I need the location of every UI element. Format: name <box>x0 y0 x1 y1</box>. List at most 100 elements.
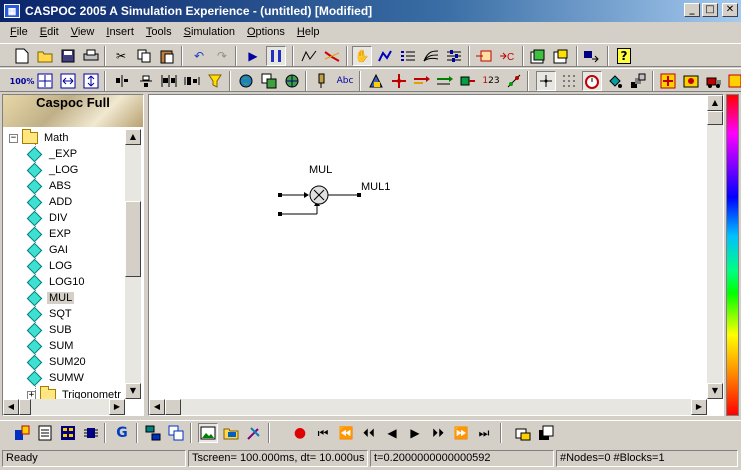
list-item[interactable]: LOG <box>26 258 74 274</box>
hand-select-icon[interactable]: ✋ <box>352 46 372 66</box>
chip-icon[interactable] <box>81 423 101 443</box>
scroll-thumb[interactable] <box>125 201 141 277</box>
align-vertical-icon[interactable] <box>112 71 132 91</box>
hierarchy-icon[interactable] <box>143 423 163 443</box>
distribute-vertical-icon[interactable] <box>182 71 202 91</box>
list-item[interactable]: ADD <box>26 194 74 210</box>
signal-block-icon[interactable] <box>458 71 478 91</box>
list-item[interactable]: _LOG <box>26 162 80 178</box>
filter-funnel-icon[interactable] <box>205 71 225 91</box>
block-insert-icon[interactable] <box>366 71 386 91</box>
crosshair-cursor-icon[interactable] <box>536 71 556 91</box>
layers-icon[interactable] <box>628 71 648 91</box>
paint-bucket-icon[interactable] <box>605 71 625 91</box>
numeric-display-icon[interactable]: 123 <box>481 71 501 91</box>
globe-icon[interactable] <box>236 71 256 91</box>
step-back-icon[interactable]: ⏴⏴ <box>359 423 379 443</box>
run-simulation-icon[interactable]: ▶ <box>243 46 263 66</box>
component-library-icon[interactable] <box>259 71 279 91</box>
library-import-icon[interactable] <box>528 46 548 66</box>
scope-probe-icon[interactable] <box>504 71 524 91</box>
scroll-thumb[interactable] <box>707 111 723 125</box>
scroll-thumb[interactable] <box>165 399 181 415</box>
list-item[interactable]: SUB <box>26 322 74 338</box>
play-reverse-icon[interactable]: ◀ <box>382 423 402 443</box>
document-icon[interactable] <box>35 423 55 443</box>
record-icon[interactable]: ● <box>290 423 310 443</box>
block-palette-icon[interactable] <box>725 71 741 91</box>
save-disk-icon[interactable] <box>58 46 78 66</box>
list-item[interactable]: _EXP <box>26 146 79 162</box>
menu-simulation[interactable]: Simulation <box>178 26 241 38</box>
menu-help[interactable]: Help <box>291 26 326 38</box>
node-cross-icon[interactable] <box>389 71 409 91</box>
canvas-vertical-scrollbar[interactable]: ▲ ▼ <box>707 95 723 399</box>
subcircuit-icon[interactable] <box>166 423 186 443</box>
menu-edit[interactable]: Edit <box>34 26 65 38</box>
skip-start-icon[interactable]: ⏮ <box>313 423 333 443</box>
collapse-icon[interactable]: − <box>9 133 18 143</box>
arrow-right-green-icon[interactable] <box>435 71 455 91</box>
paint-tools-icon[interactable] <box>244 423 264 443</box>
canvas-horizontal-scrollbar[interactable]: ◀ ▶ <box>149 399 707 415</box>
new-file-icon[interactable] <box>12 46 32 66</box>
maximize-button[interactable]: □ <box>702 3 718 17</box>
menu-insert[interactable]: Insert <box>100 26 140 38</box>
help-question-icon[interactable]: ? <box>614 46 634 66</box>
draw-wire-icon[interactable] <box>375 46 395 66</box>
probe-icon[interactable] <box>312 71 332 91</box>
image-folder-icon[interactable] <box>221 423 241 443</box>
align-horizontal-icon[interactable] <box>136 71 156 91</box>
distribute-horizontal-icon[interactable] <box>159 71 179 91</box>
scroll-down-arrow-icon[interactable]: ▼ <box>707 383 723 399</box>
color-spectrum-bar[interactable] <box>726 94 739 416</box>
paste-clipboard-icon[interactable] <box>157 46 177 66</box>
list-item[interactable]: SUMW <box>26 370 86 386</box>
block-editor-icon[interactable] <box>658 71 678 91</box>
export-arrow-icon[interactable] <box>582 46 602 66</box>
scroll-left-arrow-icon[interactable]: ◀ <box>3 399 19 415</box>
cut-scissors-icon[interactable]: ✂ <box>111 46 131 66</box>
zoom-height-icon[interactable] <box>81 71 101 91</box>
scroll-left-arrow-icon[interactable]: ◀ <box>149 399 165 415</box>
list-item[interactable]: SQT <box>26 306 74 322</box>
capture-icon[interactable] <box>513 423 533 443</box>
menu-tools[interactable]: Tools <box>140 26 178 38</box>
skip-end-icon[interactable]: ⏭ <box>474 423 494 443</box>
step-forward-icon[interactable]: ⏵⏵ <box>428 423 448 443</box>
copy-icon[interactable] <box>134 46 154 66</box>
disconnect-ic-icon[interactable]: C <box>497 46 517 66</box>
caspoc-app-icon[interactable]: ▦ <box>4 4 20 18</box>
g-code-icon[interactable]: G <box>112 423 132 443</box>
zoom-width-icon[interactable] <box>58 71 78 91</box>
schematic-canvas[interactable]: MUL MUL1 ▲ ▼ ◀ ▶ <box>148 94 724 416</box>
network-globe-icon[interactable] <box>282 71 302 91</box>
grid-dots-icon[interactable] <box>559 71 579 91</box>
mul-block[interactable] <box>309 185 329 205</box>
stopwatch-icon[interactable] <box>582 71 602 91</box>
multi-trace-icon[interactable] <box>421 46 441 66</box>
open-folder-icon[interactable] <box>35 46 55 66</box>
redo-icon[interactable]: ↷ <box>212 46 232 66</box>
list-item[interactable]: EXP <box>26 226 73 242</box>
play-forward-icon[interactable]: ▶ <box>405 423 425 443</box>
scroll-right-arrow-icon[interactable]: ▶ <box>691 399 707 415</box>
list-view-icon[interactable] <box>398 46 418 66</box>
print-icon[interactable] <box>81 46 101 66</box>
menu-file[interactable]: File <box>4 26 34 38</box>
menu-options[interactable]: Options <box>241 26 291 38</box>
scroll-up-arrow-icon[interactable]: ▲ <box>707 95 723 111</box>
text-label-icon[interactable]: Abc <box>335 71 355 91</box>
machine-cart-icon[interactable] <box>704 71 724 91</box>
library-vertical-scrollbar[interactable]: ▲ ▼ <box>125 129 141 399</box>
list-item[interactable]: ABS <box>26 178 73 194</box>
list-item[interactable]: DIV <box>26 210 69 226</box>
undo-icon[interactable]: ↶ <box>189 46 209 66</box>
list-item-selected[interactable]: MUL <box>26 290 75 306</box>
scope-trace-icon[interactable] <box>322 46 342 66</box>
list-item[interactable]: SUM20 <box>26 354 88 370</box>
picture-icon[interactable] <box>198 423 218 443</box>
table-grid-icon[interactable] <box>58 423 78 443</box>
fast-forward-icon[interactable]: ⏩ <box>451 423 471 443</box>
pause-simulation-icon[interactable] <box>266 46 286 66</box>
